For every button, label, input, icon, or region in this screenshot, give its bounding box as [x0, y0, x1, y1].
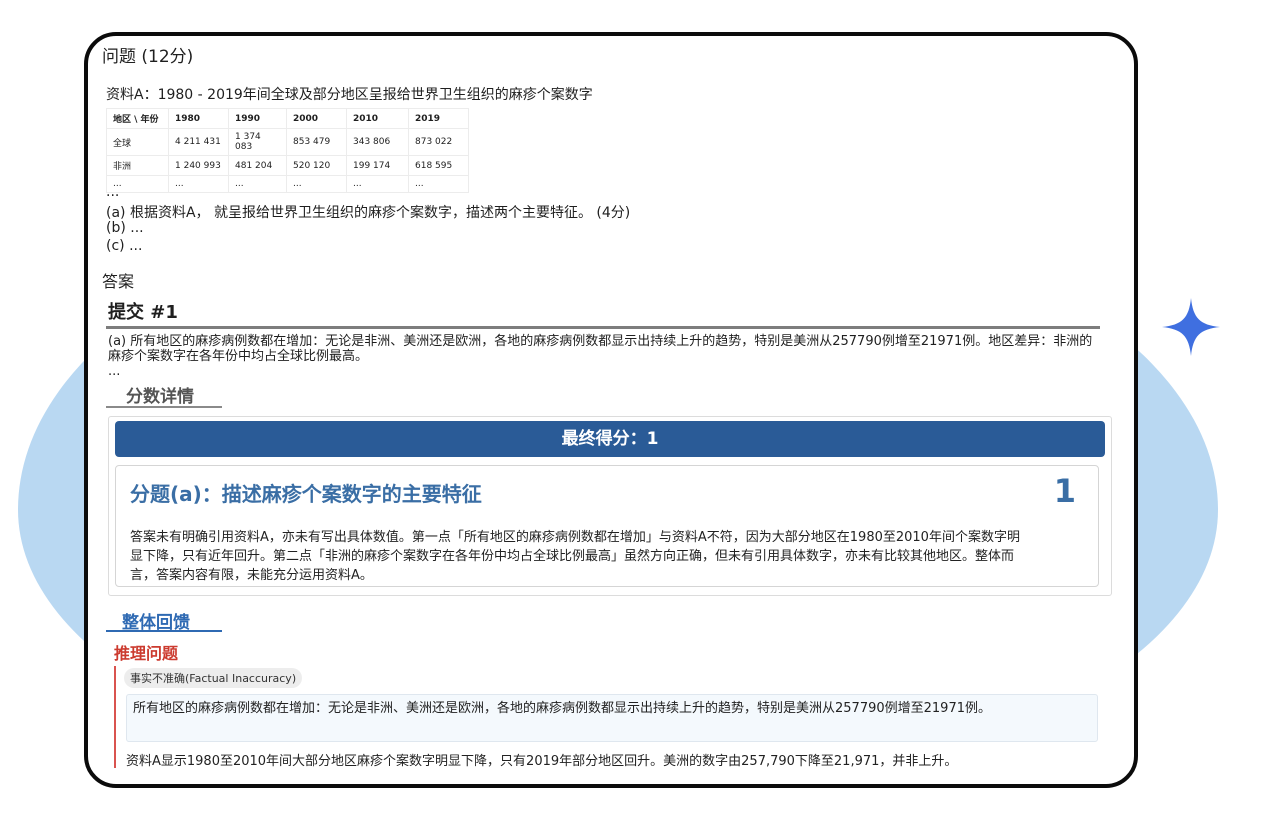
table-header-cell: 2010: [346, 108, 409, 129]
table-header-cell: 地区 \ 年份: [106, 108, 169, 129]
subquestion-feedback: 答案未有明确引用资料A，亦未有写出具体数值。第一点「所有地区的麻疹病例数都在增加…: [130, 530, 1020, 583]
table-row: ... ... ... ... ... ...: [106, 175, 469, 193]
table-cell: ...: [286, 175, 347, 193]
reasoning-issues-title: 推理问题: [114, 644, 179, 663]
issue-quote: 所有地区的麻疹病例数都在增加：无论是非洲、美洲还是欧洲，各地的麻疹病例数都显示出…: [126, 694, 1098, 742]
table-header-cell: 2019: [408, 108, 469, 129]
source-table: 地区 \ 年份 1980 1990 2000 2010 2019 全球 4 21…: [106, 108, 469, 193]
table-cell: 481 204: [228, 155, 287, 176]
issue-explanation: 资料A显示1980至2010年间大部分地区麻疹个案数字明显下降，只有2019年部…: [126, 754, 958, 769]
table-row: 非洲 1 240 993 481 204 520 120 199 174 618…: [106, 155, 469, 176]
table-cell: 非洲: [106, 155, 169, 176]
table-cell: 4 211 431: [168, 128, 229, 156]
table-header-cell: 1990: [228, 108, 287, 129]
answer-ellipsis: ...: [108, 364, 121, 379]
table-header-row: 地区 \ 年份 1980 1990 2000 2010 2019: [106, 108, 469, 129]
question-part-b: (b) ...: [106, 220, 144, 236]
table-cell: 343 806: [346, 128, 409, 156]
answer-header: 答案: [102, 272, 135, 291]
table-cell: 全球: [106, 128, 169, 156]
answer-text: (a) 所有地区的麻疹病例数都在增加：无论是非洲、美洲还是欧洲，各地的麻疹病例数…: [108, 334, 1093, 364]
tab-underline: [106, 406, 222, 408]
question-header: 问题 (12分): [102, 47, 194, 67]
table-cell: ...: [168, 175, 229, 193]
submission-title: 提交 #1: [108, 302, 178, 323]
content-area[interactable]: 问题 (12分) 资料A：1980 - 2019年间全球及部分地区呈报给世界卫生…: [102, 42, 1112, 774]
table-cell: 853 479: [286, 128, 347, 156]
issue-tag-badge: 事实不准确(Factual Inaccuracy): [124, 668, 303, 688]
question-part-c: (c) ...: [106, 238, 143, 254]
subquestion-title: 分题(a)：描述麻疹个案数字的主要特征: [130, 482, 482, 506]
table-cell: 618 595: [408, 155, 469, 176]
table-header-cell: 1980: [168, 108, 229, 129]
subquestion-score: 1: [1053, 472, 1076, 510]
sparkle-icon: [1162, 298, 1220, 356]
device-frame: 问题 (12分) 资料A：1980 - 2019年间全球及部分地区呈报给世界卫生…: [84, 32, 1138, 788]
question-ellipsis: ...: [106, 184, 120, 200]
table-row: 全球 4 211 431 1 374 083 853 479 343 806 8…: [106, 128, 469, 156]
table-cell: 199 174: [346, 155, 409, 176]
table-cell: 1 374 083: [228, 128, 287, 156]
table-cell: ...: [228, 175, 287, 193]
table-cell: 520 120: [286, 155, 347, 176]
issue-block: 事实不准确(Factual Inaccuracy) 所有地区的麻疹病例数都在增加…: [114, 666, 1104, 769]
source-title: 资料A：1980 - 2019年间全球及部分地区呈报给世界卫生组织的麻疹个案数字: [106, 87, 593, 103]
tab-score-details[interactable]: 分数详情: [126, 382, 194, 407]
question-part-a: (a) 根据资料A， 就呈报给世界卫生组织的麻疹个案数字，描述两个主要特征。 (…: [106, 205, 631, 221]
table-cell: ...: [346, 175, 409, 193]
final-score-bar: 最终得分：1: [115, 421, 1105, 457]
table-cell: ...: [408, 175, 469, 193]
table-cell: 1 240 993: [168, 155, 229, 176]
submission-divider: [106, 326, 1100, 329]
subquestion-card: 分题(a)：描述麻疹个案数字的主要特征 1 答案未有明确引用资料A，亦未有写出具…: [115, 465, 1099, 587]
table-cell: 873 022: [408, 128, 469, 156]
tab-underline: [106, 630, 222, 632]
score-panel: 最终得分：1 分题(a)：描述麻疹个案数字的主要特征 1 答案未有明确引用资料A…: [108, 416, 1112, 596]
table-header-cell: 2000: [286, 108, 347, 129]
